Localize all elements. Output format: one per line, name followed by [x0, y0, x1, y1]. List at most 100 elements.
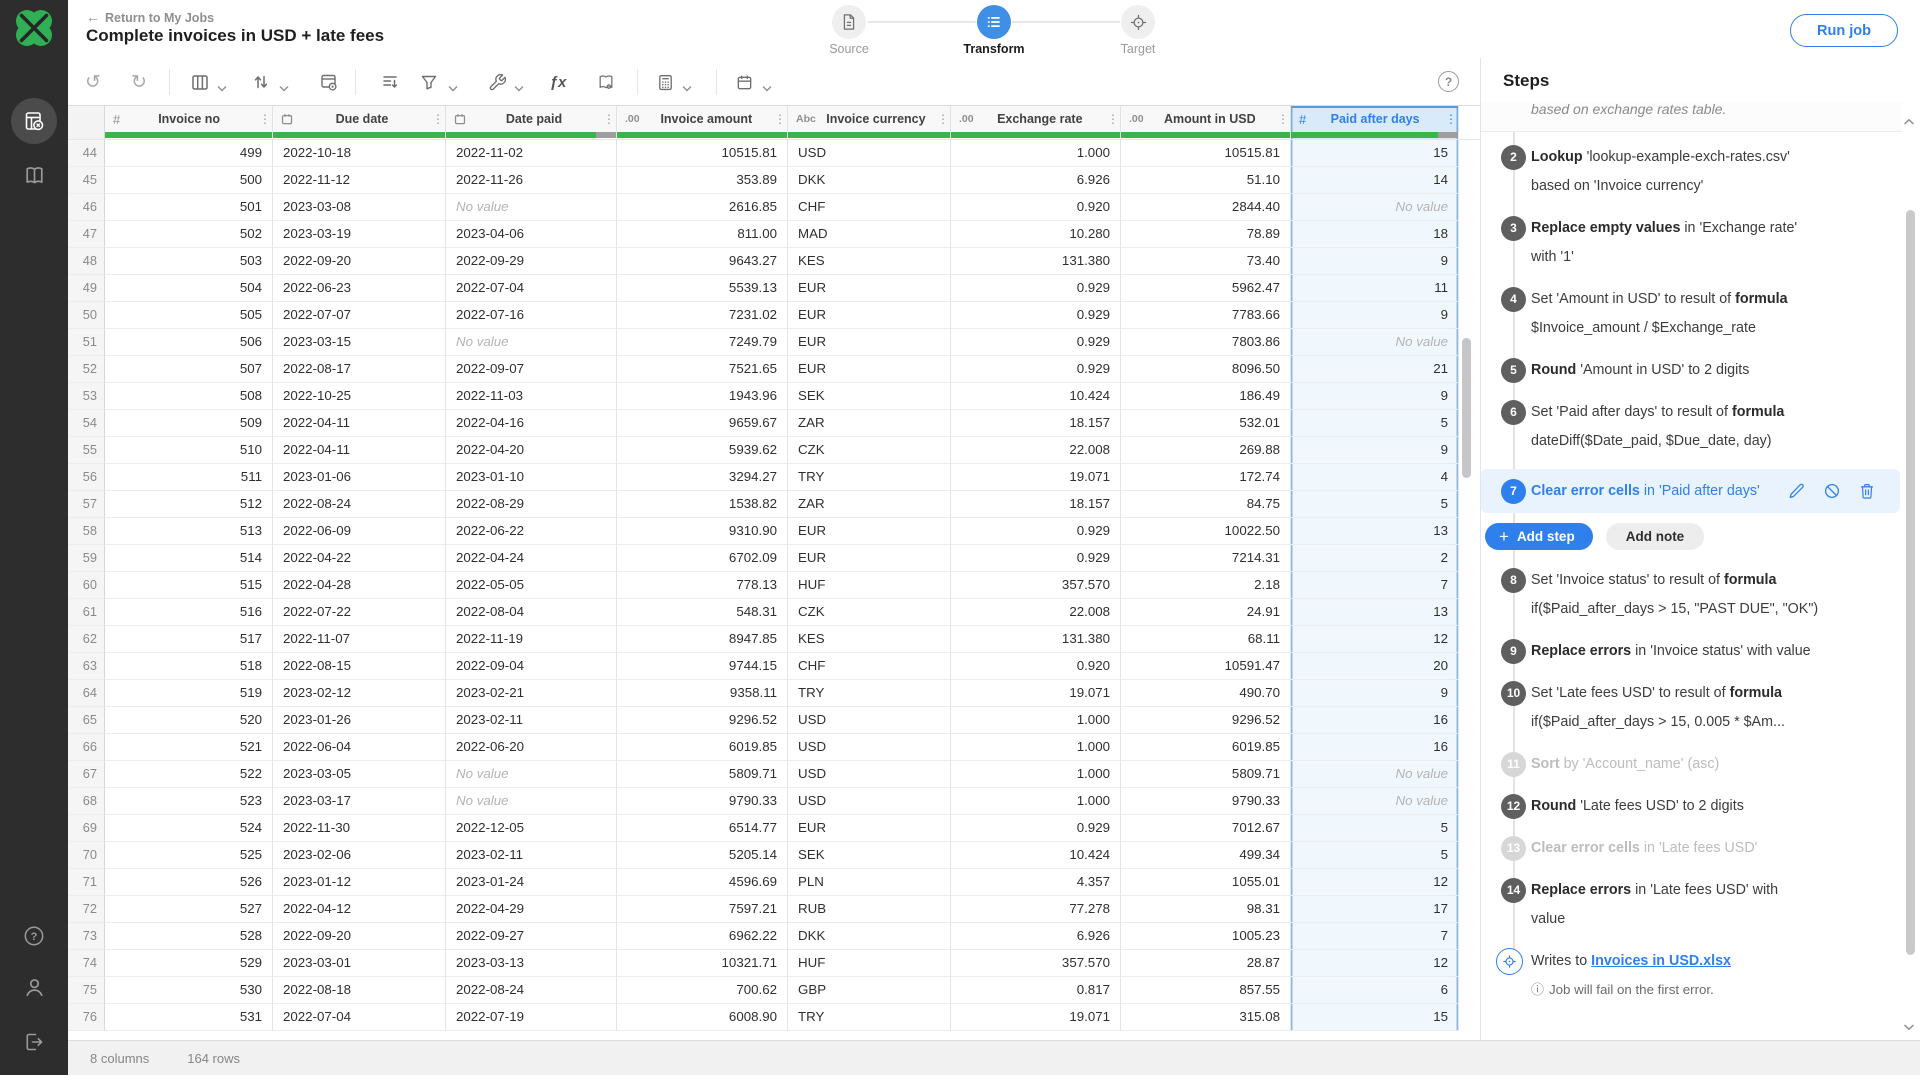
cell-amount_usd[interactable]: 7012.67	[1121, 815, 1291, 842]
cell-invoice_amount[interactable]: 8947.85	[617, 626, 788, 653]
step-item-2[interactable]: 2Lookup 'lookup-example-exch-rates.csv'b…	[1481, 143, 1902, 201]
cell-date_paid[interactable]: 2023-04-06	[446, 221, 617, 248]
cell-invoice_amount[interactable]: 353.89	[617, 167, 788, 194]
cell-amount_usd[interactable]: 5962.47	[1121, 275, 1291, 302]
calculator-icon[interactable]	[654, 71, 676, 93]
cell-date_paid[interactable]: 2022-04-16	[446, 410, 617, 437]
cell-amount_usd[interactable]: 1055.01	[1121, 869, 1291, 896]
cell-invoice_amount[interactable]: 5939.62	[617, 437, 788, 464]
cell-due_date[interactable]: 2023-02-12	[273, 680, 446, 707]
cell-invoice_no[interactable]: 508	[105, 383, 273, 410]
cell-paid_after_days[interactable]: 7	[1291, 923, 1459, 950]
cell-invoice_currency[interactable]: EUR	[788, 356, 951, 383]
cell-date_paid[interactable]: 2022-07-19	[446, 1004, 617, 1031]
cell-date_paid[interactable]: No value	[446, 761, 617, 788]
cell-exchange_rate[interactable]: 0.920	[951, 653, 1121, 680]
cell-amount_usd[interactable]: 24.91	[1121, 599, 1291, 626]
cell-invoice_currency[interactable]: ZAR	[788, 410, 951, 437]
cell-date_paid[interactable]: 2023-01-10	[446, 464, 617, 491]
step-item-5[interactable]: 5Round 'Amount in USD' to 2 digits	[1481, 356, 1902, 385]
cell-amount_usd[interactable]: 172.74	[1121, 464, 1291, 491]
cell-date_paid[interactable]: 2023-03-13	[446, 950, 617, 977]
cell-exchange_rate[interactable]: 1.000	[951, 734, 1121, 761]
cell-date_paid[interactable]: 2022-05-05	[446, 572, 617, 599]
cell-invoice_currency[interactable]: HUF	[788, 572, 951, 599]
cell-due_date[interactable]: 2022-11-12	[273, 167, 446, 194]
app-logo-icon[interactable]	[12, 6, 56, 50]
column-header-date_paid[interactable]: Date paid⋮	[446, 106, 617, 132]
lookup-book-icon[interactable]	[595, 71, 617, 93]
cell-invoice_currency[interactable]: KES	[788, 626, 951, 653]
cell-exchange_rate[interactable]: 0.929	[951, 275, 1121, 302]
cell-due_date[interactable]: 2022-06-09	[273, 518, 446, 545]
cell-exchange_rate[interactable]: 0.920	[951, 194, 1121, 221]
cell-due_date[interactable]: 2022-08-18	[273, 977, 446, 1004]
cell-paid_after_days[interactable]: 7	[1291, 572, 1459, 599]
add-step-button[interactable]: +Add step	[1485, 523, 1593, 550]
cell-due_date[interactable]: 2022-08-24	[273, 491, 446, 518]
cell-invoice_no[interactable]: 499	[105, 140, 273, 167]
cell-invoice_amount[interactable]: 7249.79	[617, 329, 788, 356]
cell-paid_after_days[interactable]: 21	[1291, 356, 1459, 383]
cell-invoice_amount[interactable]: 7597.21	[617, 896, 788, 923]
stepper-target[interactable]: Target	[1093, 5, 1183, 56]
cell-paid_after_days[interactable]: 16	[1291, 734, 1459, 761]
cell-invoice_currency[interactable]: KES	[788, 248, 951, 275]
cell-invoice_currency[interactable]: EUR	[788, 329, 951, 356]
cell-paid_after_days[interactable]: 4	[1291, 464, 1459, 491]
cell-paid_after_days[interactable]: 9	[1291, 248, 1459, 275]
cell-invoice_currency[interactable]: EUR	[788, 545, 951, 572]
sidebar-item-jobs[interactable]	[0, 98, 68, 144]
cell-date_paid[interactable]: 2022-06-22	[446, 518, 617, 545]
cell-amount_usd[interactable]: 10022.50	[1121, 518, 1291, 545]
cell-paid_after_days[interactable]: 16	[1291, 707, 1459, 734]
cell-paid_after_days[interactable]: No value	[1291, 788, 1459, 815]
cell-date_paid[interactable]: 2022-07-04	[446, 275, 617, 302]
edit-step-icon[interactable]	[1788, 482, 1806, 500]
cell-date_paid[interactable]: 2022-09-04	[446, 653, 617, 680]
column-header-invoice_no[interactable]: #Invoice no⋮	[105, 106, 273, 132]
cell-exchange_rate[interactable]: 19.071	[951, 680, 1121, 707]
column-header-invoice_amount[interactable]: .00Invoice amount⋮	[617, 106, 788, 132]
cell-amount_usd[interactable]: 68.11	[1121, 626, 1291, 653]
cell-date_paid[interactable]: 2022-08-24	[446, 977, 617, 1004]
cell-exchange_rate[interactable]: 10.424	[951, 842, 1121, 869]
cell-invoice_amount[interactable]: 811.00	[617, 221, 788, 248]
cell-invoice_amount[interactable]: 7521.65	[617, 356, 788, 383]
cell-paid_after_days[interactable]: 9	[1291, 680, 1459, 707]
cell-due_date[interactable]: 2022-07-22	[273, 599, 446, 626]
chevron-down-icon[interactable]	[217, 79, 227, 86]
cell-invoice_no[interactable]: 516	[105, 599, 273, 626]
cell-invoice_no[interactable]: 510	[105, 437, 273, 464]
cell-invoice_amount[interactable]: 10515.81	[617, 140, 788, 167]
rows-icon[interactable]	[379, 71, 401, 93]
filter-icon[interactable]	[418, 71, 440, 93]
cell-date_paid[interactable]: 2022-06-20	[446, 734, 617, 761]
cell-due_date[interactable]: 2022-04-22	[273, 545, 446, 572]
cell-invoice_amount[interactable]: 9358.11	[617, 680, 788, 707]
cell-invoice_no[interactable]: 503	[105, 248, 273, 275]
cell-amount_usd[interactable]: 186.49	[1121, 383, 1291, 410]
cell-paid_after_days[interactable]: 12	[1291, 869, 1459, 896]
cell-amount_usd[interactable]: 6019.85	[1121, 734, 1291, 761]
cell-invoice_amount[interactable]: 6008.90	[617, 1004, 788, 1031]
cell-due_date[interactable]: 2022-11-07	[273, 626, 446, 653]
cell-exchange_rate[interactable]: 0.929	[951, 329, 1121, 356]
cell-invoice_no[interactable]: 530	[105, 977, 273, 1004]
cell-due_date[interactable]: 2022-10-25	[273, 383, 446, 410]
step-item-7[interactable]: 7Clear error cells in 'Paid after days'	[1481, 469, 1900, 513]
cell-invoice_amount[interactable]: 778.13	[617, 572, 788, 599]
cell-date_paid[interactable]: 2022-04-29	[446, 896, 617, 923]
cell-invoice_currency[interactable]: TRY	[788, 464, 951, 491]
step-item-13[interactable]: 13Clear error cells in 'Late fees USD'	[1481, 834, 1902, 863]
cell-paid_after_days[interactable]: 11	[1291, 275, 1459, 302]
step-item-8[interactable]: 8Set 'Invoice status' to result of formu…	[1481, 566, 1902, 624]
cell-due_date[interactable]: 2023-02-06	[273, 842, 446, 869]
cell-date_paid[interactable]: 2022-08-29	[446, 491, 617, 518]
cell-paid_after_days[interactable]: No value	[1291, 194, 1459, 221]
columns-icon[interactable]	[189, 71, 211, 93]
cell-invoice_no[interactable]: 513	[105, 518, 273, 545]
cell-paid_after_days[interactable]: 12	[1291, 626, 1459, 653]
cell-exchange_rate[interactable]: 357.570	[951, 572, 1121, 599]
cell-invoice_currency[interactable]: GBP	[788, 977, 951, 1004]
